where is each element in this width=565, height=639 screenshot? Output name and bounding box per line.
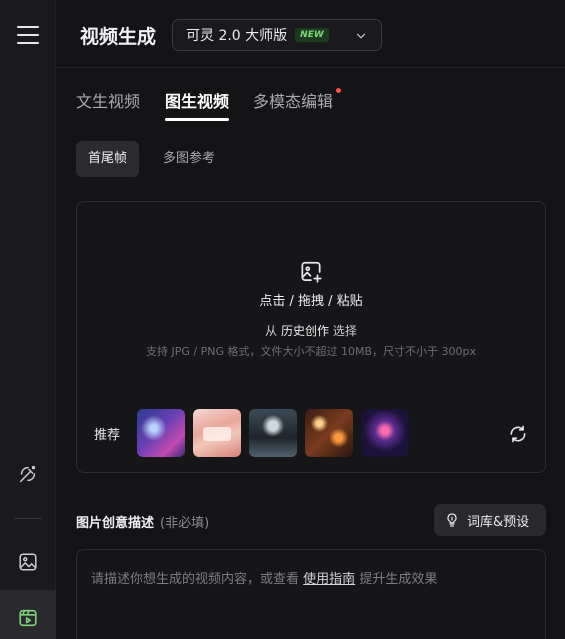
subtab-multi-image-ref[interactable]: 多图参考 xyxy=(151,141,227,177)
description-title: 图片创意描述 (非必填) xyxy=(76,516,210,531)
top-bar: 视频生成 可灵 2.0 大师版 NEW xyxy=(56,0,565,68)
recommend-label: 推荐 xyxy=(94,428,121,443)
recommend-thumbnail[interactable] xyxy=(137,409,185,457)
word-library-button[interactable]: 词库&预设 xyxy=(434,504,546,536)
refresh-icon[interactable] xyxy=(508,424,528,444)
tab-image-to-video[interactable]: 图生视频 xyxy=(165,88,230,121)
notification-dot xyxy=(336,88,342,93)
model-select[interactable]: 可灵 2.0 大师版 NEW xyxy=(172,19,382,51)
left-rail xyxy=(0,0,56,639)
main-panel: 视频生成 可灵 2.0 大师版 NEW 文生视频 图生视频 多模态编辑 首尾帧 … xyxy=(56,0,565,639)
new-badge: NEW xyxy=(295,28,329,42)
active-tab-underline xyxy=(165,118,230,121)
image-icon[interactable] xyxy=(14,548,42,576)
page-title: 视频生成 xyxy=(80,26,157,48)
recommend-thumbnail[interactable] xyxy=(249,409,297,457)
subtab-first-last-frame[interactable]: 首尾帧 xyxy=(76,141,140,177)
menu-icon[interactable] xyxy=(17,26,39,44)
upload-action-text: 点击 / 拖拽 / 粘贴 xyxy=(259,294,363,309)
model-name: 可灵 2.0 大师版 xyxy=(186,28,288,44)
video-icon[interactable] xyxy=(14,604,42,632)
tab-text-to-video[interactable]: 文生视频 xyxy=(76,88,140,112)
history-select-line: 从 历史创作 选择 xyxy=(265,324,357,338)
lightbulb-icon xyxy=(447,513,457,527)
history-creations-link[interactable]: 历史创作 xyxy=(281,324,329,338)
recommend-thumbnail[interactable] xyxy=(193,409,241,457)
upload-area[interactable]: 点击 / 拖拽 / 粘贴 从 历史创作 选择 支持 JPG / PNG 格式，文… xyxy=(76,201,546,473)
chevron-down-icon xyxy=(356,33,366,39)
upload-hint: 支持 JPG / PNG 格式，文件大小不超过 10MB，尺寸不小于 300px xyxy=(146,345,476,358)
rail-divider xyxy=(14,518,42,519)
usage-guide-link[interactable]: 使用指南 xyxy=(303,572,355,587)
magic-pen-icon[interactable] xyxy=(14,460,42,488)
recommend-thumbnail[interactable] xyxy=(361,409,409,457)
image-plus-icon[interactable] xyxy=(298,259,324,285)
recommend-thumbnail[interactable] xyxy=(305,409,353,457)
tab-multimodal-edit[interactable]: 多模态编辑 xyxy=(253,88,342,112)
prompt-textarea[interactable]: 请描述你想生成的视频内容，或查看 使用指南 提升生成效果 xyxy=(76,549,546,639)
optional-tag: (非必填) xyxy=(160,516,210,531)
